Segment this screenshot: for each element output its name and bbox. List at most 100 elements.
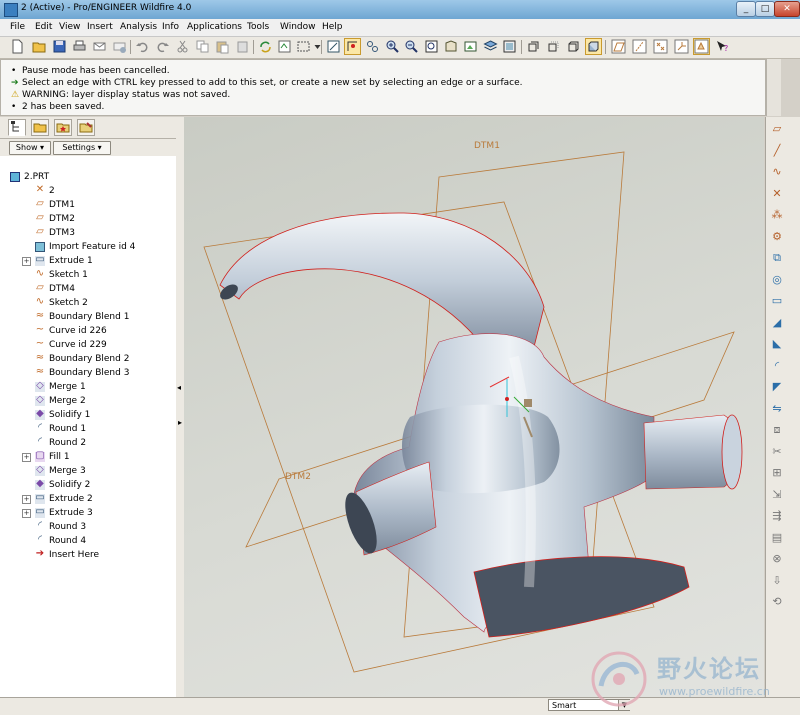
- layers-icon[interactable]: [483, 39, 498, 54]
- menu-window[interactable]: Window: [280, 22, 316, 32]
- expand-toggle-icon[interactable]: +: [22, 257, 31, 266]
- thicken-icon[interactable]: ▤: [770, 531, 784, 545]
- tree-item[interactable]: ≈ Boundary Blend 3: [0, 366, 176, 380]
- analysis-icon[interactable]: ⚙: [770, 230, 784, 244]
- orient-mode-icon[interactable]: [365, 39, 380, 54]
- chamfer-icon[interactable]: ◤: [770, 380, 784, 394]
- undo-icon[interactable]: [135, 39, 150, 54]
- datum-points-icon[interactable]: [653, 39, 668, 54]
- settings-button[interactable]: Settings ▾: [53, 141, 111, 155]
- tree-item[interactable]: ◜ Round 2: [0, 436, 176, 450]
- shell-icon[interactable]: ▭: [770, 294, 784, 308]
- wireframe-icon[interactable]: [526, 39, 541, 54]
- tree-item[interactable]: ◇ Merge 1: [0, 380, 176, 394]
- reorient-icon[interactable]: [443, 39, 458, 54]
- menu-applications[interactable]: Applications: [187, 22, 242, 32]
- tree-item[interactable]: ≈ Boundary Blend 1: [0, 310, 176, 324]
- expand-right-icon[interactable]: ▸: [178, 418, 182, 427]
- mirror-icon[interactable]: ⇋: [770, 402, 784, 416]
- refit-icon[interactable]: [424, 39, 439, 54]
- copy-icon[interactable]: [195, 39, 210, 54]
- datum-axes-icon[interactable]: [632, 39, 647, 54]
- extend-icon[interactable]: ⇲: [770, 488, 784, 502]
- view-manager-icon[interactable]: [502, 39, 517, 54]
- cut-icon[interactable]: [175, 39, 190, 54]
- connections-tab[interactable]: [77, 119, 95, 136]
- menu-edit[interactable]: Edit: [35, 22, 52, 32]
- draft-icon[interactable]: ◣: [770, 337, 784, 351]
- tree-item[interactable]: ◜ Round 4: [0, 534, 176, 548]
- dropdown-icon[interactable]: [310, 39, 321, 54]
- minimize-button[interactable]: _: [736, 1, 756, 17]
- show-button[interactable]: Show ▾: [9, 141, 51, 155]
- print-icon[interactable]: [72, 39, 87, 54]
- merge-icon[interactable]: ⧈: [770, 423, 784, 437]
- tree-item[interactable]: ➔ Insert Here: [0, 548, 176, 562]
- menu-tools[interactable]: Tools: [247, 22, 269, 32]
- shading-icon[interactable]: [585, 38, 602, 55]
- zoom-out-icon[interactable]: [404, 39, 419, 54]
- select-box-icon[interactable]: [296, 39, 311, 54]
- regen-manager-icon[interactable]: [277, 39, 292, 54]
- menu-view[interactable]: View: [59, 22, 80, 32]
- tree-item[interactable]: Import Feature id 4: [0, 240, 176, 254]
- intersect-icon[interactable]: ⊗: [770, 552, 784, 566]
- menu-file[interactable]: File: [10, 22, 25, 32]
- repaint-icon[interactable]: [326, 39, 341, 54]
- datum-axis-icon[interactable]: ╱: [770, 144, 784, 158]
- tree-item[interactable]: ≈ Boundary Blend 2: [0, 352, 176, 366]
- tree-item[interactable]: ◆ Solidify 2: [0, 478, 176, 492]
- hammer-head-model[interactable]: [217, 212, 743, 638]
- tree-item[interactable]: ~ Curve id 229: [0, 338, 176, 352]
- panel-splitter[interactable]: ◂ ▸: [176, 117, 184, 697]
- saved-views-icon[interactable]: [463, 39, 478, 54]
- csys-icon[interactable]: [674, 39, 689, 54]
- tree-item[interactable]: ▱ DTM4: [0, 282, 176, 296]
- tree-item[interactable]: ✕ 2: [0, 184, 176, 198]
- maximize-button[interactable]: □: [755, 1, 775, 17]
- tree-item[interactable]: ◜ Round 1: [0, 422, 176, 436]
- model-viewport[interactable]: DTM1 DTM2: [184, 117, 764, 697]
- open-icon[interactable]: [32, 39, 47, 54]
- expand-toggle-icon[interactable]: +: [22, 509, 31, 518]
- menu-info[interactable]: Info: [162, 22, 179, 32]
- email-link-icon[interactable]: [112, 39, 127, 54]
- tree-item[interactable]: ~ Curve id 226: [0, 324, 176, 338]
- datum-curve-icon[interactable]: ∿: [770, 165, 784, 179]
- sketch-icon[interactable]: ⧉: [770, 251, 784, 265]
- menu-analysis[interactable]: Analysis: [120, 22, 157, 32]
- tree-item[interactable]: ◇ Merge 2: [0, 394, 176, 408]
- save-icon[interactable]: [52, 39, 67, 54]
- tree-item[interactable]: ∿ Sketch 1: [0, 268, 176, 282]
- tree-item[interactable]: + ▭ Extrude 2: [0, 492, 176, 506]
- datum-planes-icon[interactable]: [611, 39, 626, 54]
- menu-insert[interactable]: Insert: [87, 22, 113, 32]
- spin-center-icon[interactable]: [344, 38, 361, 55]
- pattern-icon[interactable]: ⊞: [770, 466, 784, 480]
- round-icon[interactable]: ◜: [770, 359, 784, 373]
- project-icon[interactable]: ⇩: [770, 574, 784, 588]
- no-hidden-icon[interactable]: [566, 39, 581, 54]
- annotation-icon[interactable]: [693, 38, 710, 55]
- tree-item[interactable]: ◆ Solidify 1: [0, 408, 176, 422]
- offset-icon[interactable]: ⇶: [770, 509, 784, 523]
- hidden-line-icon[interactable]: [546, 39, 561, 54]
- collapse-left-icon[interactable]: ◂: [177, 383, 181, 392]
- tree-item[interactable]: + ▭ Extrude 1: [0, 254, 176, 268]
- folder-browser-tab[interactable]: [31, 119, 49, 136]
- menu-help[interactable]: Help: [322, 22, 343, 32]
- graphics-window[interactable]: DTM1 DTM2: [184, 117, 764, 697]
- close-button[interactable]: ✕: [774, 1, 800, 17]
- hole-icon[interactable]: ◎: [770, 273, 784, 287]
- expand-toggle-icon[interactable]: +: [22, 495, 31, 504]
- datum-plane-icon[interactable]: ▱: [770, 122, 784, 136]
- tree-item[interactable]: 2.PRT: [0, 170, 176, 184]
- zoom-in-icon[interactable]: [385, 39, 400, 54]
- message-scrollbar[interactable]: [766, 59, 781, 116]
- tree-item[interactable]: ◜ Round 3: [0, 520, 176, 534]
- favorites-tab[interactable]: [54, 119, 72, 136]
- trim-icon[interactable]: ✂: [770, 445, 784, 459]
- new-icon[interactable]: [10, 39, 25, 54]
- paste-icon[interactable]: [215, 39, 230, 54]
- csys-icon[interactable]: ⁂: [770, 208, 784, 222]
